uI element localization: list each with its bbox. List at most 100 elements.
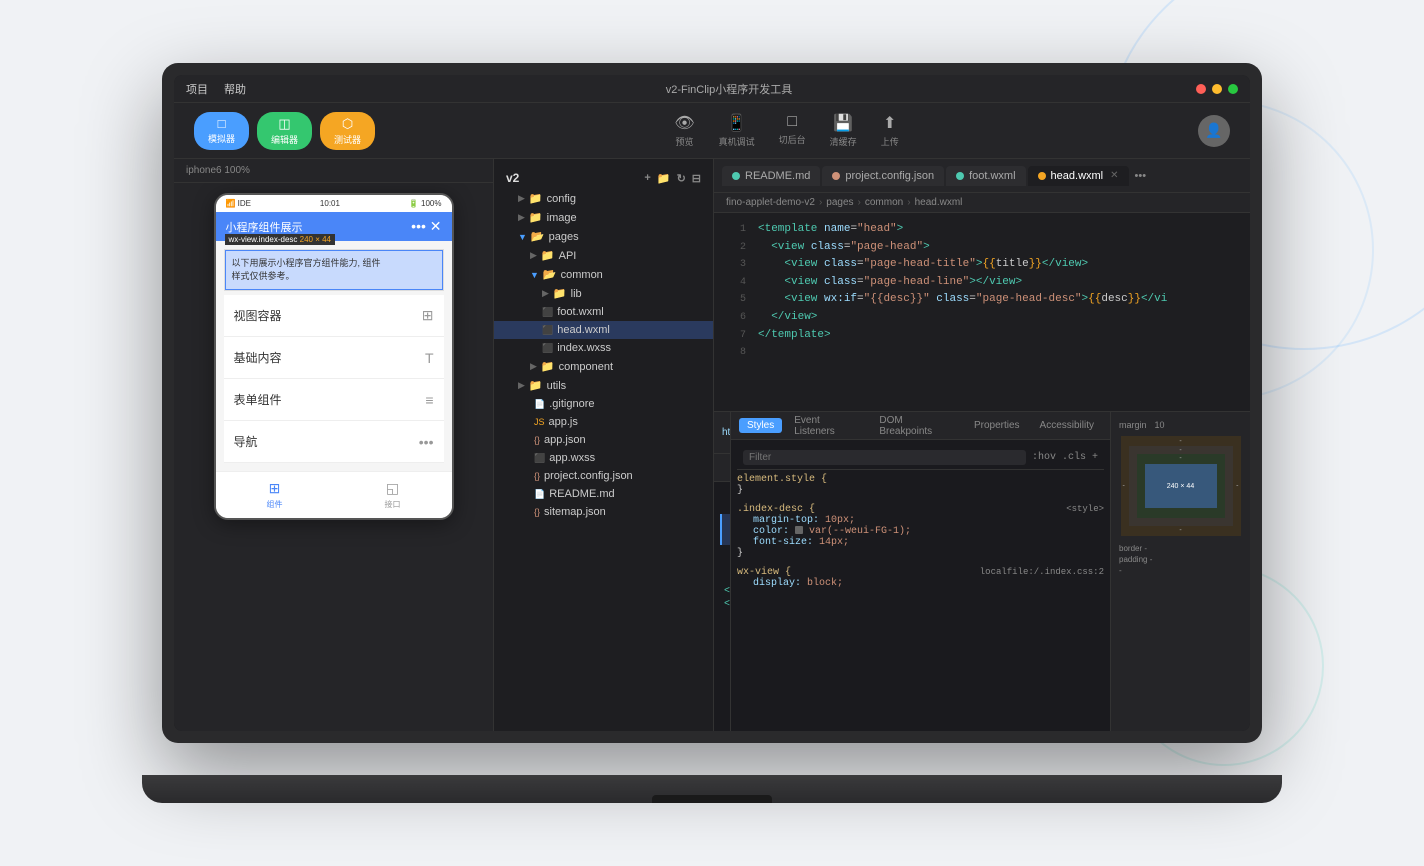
css-styles-content: :hov .cls + element.style { } .index-de <box>731 440 1110 731</box>
hover-label: wx-view.index-desc 240 × 44 <box>225 234 336 245</box>
tree-item-name: pages <box>549 231 579 243</box>
tab-more-button[interactable]: ••• <box>1135 170 1147 182</box>
tree-item-common[interactable]: ▼ 📂 common <box>494 265 713 284</box>
clearcache-tool[interactable]: 💾 清缓存 <box>830 113 857 148</box>
tree-item-image[interactable]: ▶ 📁 image <box>494 208 713 227</box>
css-tab-event-listeners[interactable]: Event Listeners <box>786 413 867 439</box>
battery-display: 🔋 100% <box>409 199 442 208</box>
breadcrumb-item-pages: pages <box>826 197 853 208</box>
tree-item-index-wxss[interactable]: ⬛ index.wxss <box>494 339 713 357</box>
user-avatar[interactable]: 👤 <box>1198 115 1230 147</box>
tree-item-head-wxml[interactable]: ⬛ head.wxml <box>494 321 713 339</box>
panel-tab-elements[interactable]: 概图 <box>722 450 730 486</box>
content-layer: 240 × 44 <box>1145 464 1217 508</box>
tree-item-sitemap[interactable]: {} sitemap.json <box>494 503 713 521</box>
tree-action-icons: + 📁 ↻ ⊟ <box>644 172 701 185</box>
tree-item-project-config[interactable]: {} project.config.json <box>494 467 713 485</box>
tab-head-wxml[interactable]: head.wxml ✕ <box>1028 166 1129 186</box>
folder-icon: 📁 <box>553 287 567 300</box>
simulator-button[interactable]: □ 模拟器 <box>194 112 249 150</box>
css-pseudo-selector: :hov .cls + <box>1032 452 1098 463</box>
section-title-4: 导航 <box>234 433 258 450</box>
tree-item-config[interactable]: ▶ 📁 config <box>494 189 713 208</box>
tree-new-file-icon[interactable]: + <box>644 172 650 185</box>
menu-item-help[interactable]: 帮助 <box>224 81 246 97</box>
laptop-screen: 项目 帮助 v2-FinClip小程序开发工具 □ 模拟器 <box>174 75 1250 731</box>
tree-item-name: config <box>547 193 576 205</box>
chevron-down-icon: ▼ <box>518 232 527 242</box>
tree-item-gitignore[interactable]: 📄 .gitignore <box>494 395 713 413</box>
chevron-icon: ▶ <box>542 288 549 299</box>
dom-tree-content[interactable]: <wx-image class="index-logo" src="../res… <box>714 482 730 731</box>
tab-project-config[interactable]: project.config.json <box>822 166 944 186</box>
js-file-icon: JS <box>534 417 545 427</box>
dom-line-wx-image-2: resources/kind/logo.png">_</wx-image> <box>720 501 728 514</box>
tree-root: v2 + 📁 ↻ ⊟ <box>494 167 713 189</box>
preview-tool[interactable]: 👁 预览 <box>674 113 694 148</box>
tester-button[interactable]: ⬡ 测试器 <box>320 112 375 150</box>
tab-close-head-wxml[interactable]: ✕ <box>1110 170 1118 181</box>
tree-item-appwxss[interactable]: ⬛ app.wxss <box>494 449 713 467</box>
tab-dot-head-wxml <box>1038 172 1046 180</box>
tree-item-api[interactable]: ▶ 📁 API <box>494 246 713 265</box>
tree-item-component[interactable]: ▶ 📁 component <box>494 357 713 376</box>
chevron-icon: ▶ <box>518 212 525 223</box>
section-basic-content[interactable]: 基础内容 T <box>224 337 444 379</box>
tree-item-pages[interactable]: ▼ 📂 pages <box>494 227 713 246</box>
bottom-split-panel: html › body › wx-view.index › wx-view.in… <box>714 411 1250 731</box>
css-tab-properties[interactable]: Properties <box>966 418 1028 433</box>
tab-foot-wxml[interactable]: foot.wxml <box>946 166 1025 186</box>
folder-icon: 📁 <box>529 379 543 392</box>
tree-new-folder-icon[interactable]: 📁 <box>657 172 671 185</box>
editor-button[interactable]: ◫ 编辑器 <box>257 112 312 150</box>
tree-item-appjs[interactable]: JS app.js <box>494 413 713 431</box>
tree-item-name: head.wxml <box>557 324 610 336</box>
code-editor[interactable]: 1 <template name="head"> 2 <view class="… <box>714 213 1250 411</box>
folder-open-icon: 📂 <box>543 268 557 281</box>
upload-tool[interactable]: ⬆ 上传 <box>881 113 899 148</box>
section-view-container[interactable]: 视图容器 ⊞ <box>224 295 444 337</box>
css-tab-styles[interactable]: Styles <box>739 418 782 433</box>
border-value-row: border - <box>1119 544 1242 553</box>
tree-item-name: app.js <box>549 416 578 428</box>
dom-line-wx-view-desc[interactable]: <wx-view class="index-desc">以下用展示小程序官方组件… <box>720 514 730 532</box>
background-icon: □ <box>787 113 797 131</box>
dom-bc-html[interactable]: html <box>722 427 730 438</box>
json-file-icon: {} <box>534 507 540 517</box>
tree-collapse-icon[interactable]: ⊟ <box>692 172 701 185</box>
wxml-file-icon: ⬛ <box>542 307 553 318</box>
css-filter-input[interactable] <box>743 450 1026 465</box>
minimize-button[interactable] <box>1212 84 1222 94</box>
css-prop-display: display: <box>753 578 801 589</box>
tree-item-name: utils <box>547 380 567 392</box>
tree-refresh-icon[interactable]: ↻ <box>677 172 686 185</box>
tree-item-appjson[interactable]: {} app.json <box>494 431 713 449</box>
tree-item-name: .gitignore <box>549 398 594 410</box>
css-tab-accessibility[interactable]: Accessibility <box>1032 418 1102 433</box>
tree-item-utils[interactable]: ▶ 📁 utils <box>494 376 713 395</box>
tree-item-lib[interactable]: ▶ 📁 lib <box>494 284 713 303</box>
tab-dot-project-config <box>832 172 840 180</box>
nav-icon-components: ⊞ <box>269 480 281 497</box>
tree-root-label: v2 <box>506 171 519 185</box>
tree-item-foot-wxml[interactable]: ⬛ foot.wxml <box>494 303 713 321</box>
close-button[interactable] <box>1196 84 1206 94</box>
tab-label-project-config: project.config.json <box>845 170 934 182</box>
dom-line-wx-view-desc-2[interactable]: view> == $0 <box>720 532 730 545</box>
maximize-button[interactable] <box>1228 84 1238 94</box>
realdevice-tool[interactable]: 📱 真机调试 <box>719 113 755 148</box>
section-navigation[interactable]: 导航 ••• <box>224 421 444 463</box>
tree-item-name: common <box>561 269 603 281</box>
nav-item-api[interactable]: ◱ 接口 <box>334 480 452 510</box>
background-tool[interactable]: □ 切后台 <box>779 113 806 148</box>
tab-readme[interactable]: README.md <box>722 166 820 186</box>
menu-item-project[interactable]: 项目 <box>186 81 208 97</box>
css-selector-wx-view: wx-view { <box>737 567 791 578</box>
css-tab-dom-breakpoints[interactable]: DOM Breakpoints <box>871 413 962 439</box>
tree-item-readme[interactable]: 📄 README.md <box>494 485 713 503</box>
wxml-file-icon: ⬛ <box>542 325 553 336</box>
breadcrumb-item-common: common <box>865 197 903 208</box>
section-form-components[interactable]: 表单组件 ≡ <box>224 379 444 421</box>
nav-item-components[interactable]: ⊞ 组件 <box>216 480 334 510</box>
section-icon-3: ≡ <box>425 392 433 408</box>
